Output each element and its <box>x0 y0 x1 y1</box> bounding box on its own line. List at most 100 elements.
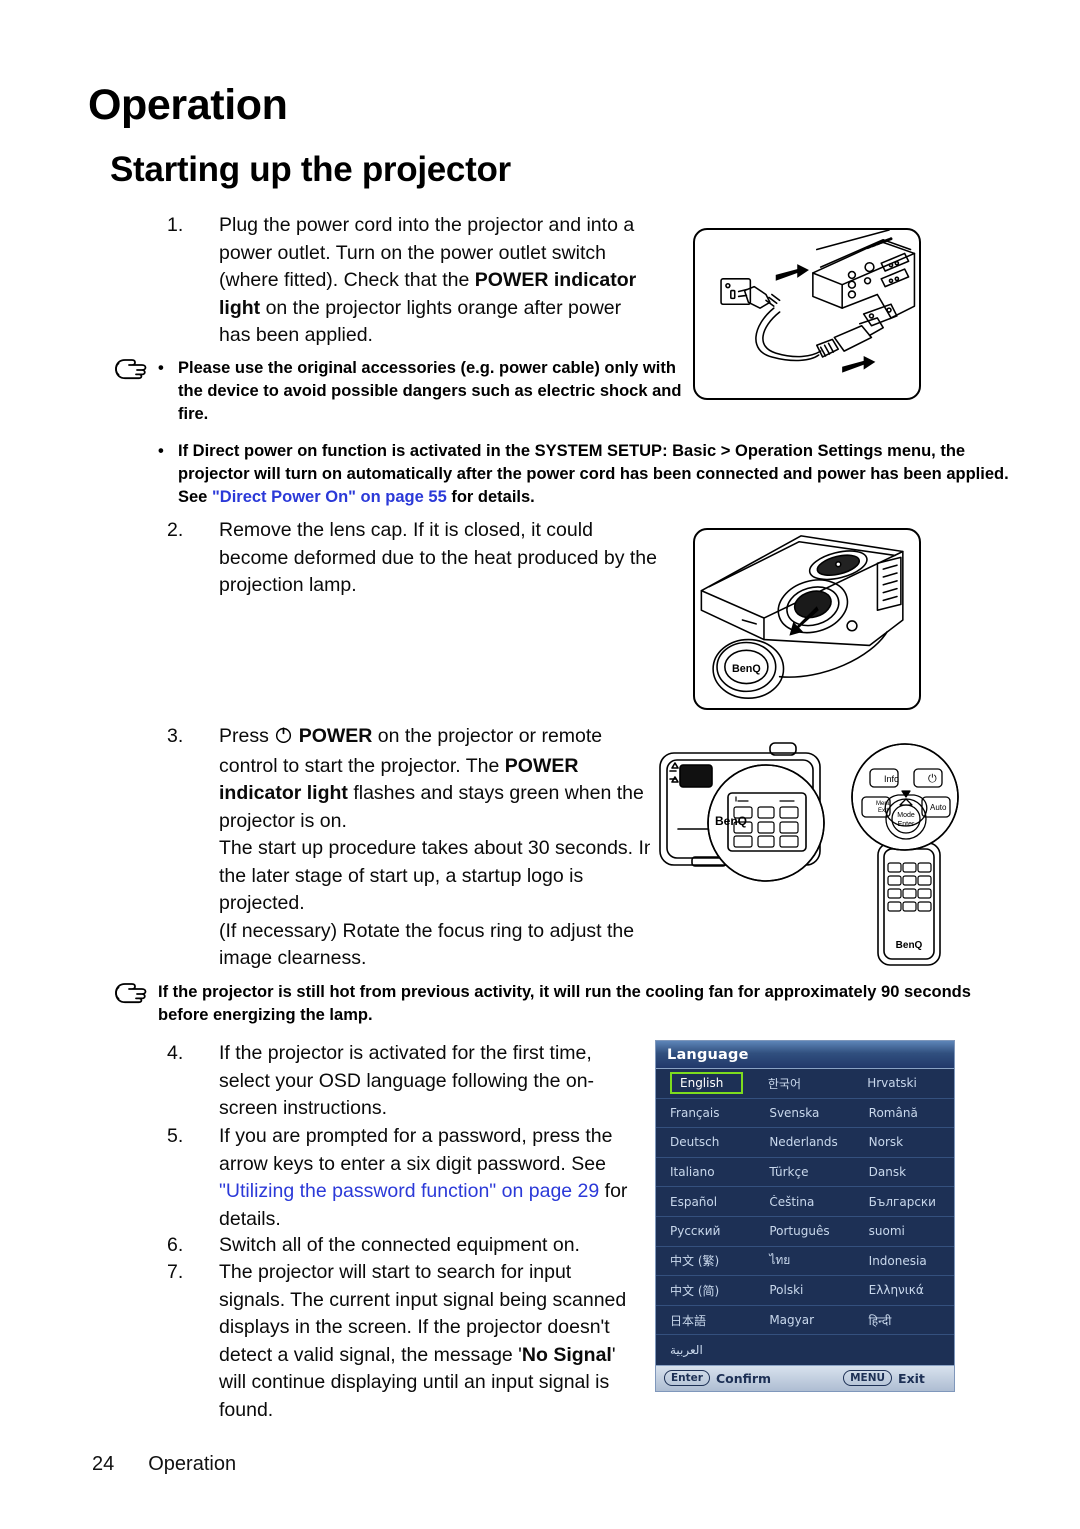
osd-language-row: 中文 (繁) ไทย Indonesia <box>656 1247 954 1277</box>
emphasis-text: No Signal <box>521 1343 612 1366</box>
osd-language-option[interactable]: Български <box>855 1195 954 1209</box>
document-page: Operation Starting up the projector 1. P… <box>0 0 1080 1529</box>
osd-language-option[interactable]: Polski <box>755 1283 854 1297</box>
osd-language-option[interactable]: العربية <box>656 1343 755 1357</box>
osd-language-option[interactable]: suomi <box>855 1224 954 1238</box>
step-text: Plug the power cord into the projector a… <box>219 212 657 350</box>
osd-language-option[interactable]: Indonesia <box>855 1254 954 1268</box>
osd-language-option[interactable]: Français <box>656 1106 755 1120</box>
osd-language-option[interactable]: Dansk <box>855 1165 954 1179</box>
menu-key-badge: MENU <box>843 1370 893 1387</box>
osd-language-option[interactable]: Svenska <box>755 1106 854 1120</box>
note-bullet: • <box>158 442 164 460</box>
osd-language-option[interactable]: हिन्दी <box>855 1312 954 1329</box>
text-run: If you are prompted for a password, pres… <box>219 1125 613 1175</box>
note-callout: • If Direct power on function is activat… <box>158 440 1028 509</box>
osd-language-option[interactable]: Italiano <box>656 1165 755 1179</box>
step-text: Remove the lens cap. If it is closed, it… <box>219 517 657 600</box>
text-run: The start up procedure takes about 30 se… <box>219 837 655 914</box>
osd-language-option[interactable]: 中文 (繁) <box>656 1252 755 1269</box>
step-text: Press POWER on the projector or remote c… <box>219 723 657 973</box>
confirm-label: Confirm <box>715 1370 772 1386</box>
pointing-hand-icon <box>112 982 158 1028</box>
projector-remote-control-figure: BenQ BenQ Info ⏻ Menu Exit Auto Mode Ent… <box>650 735 980 970</box>
text-run: Remove the lens cap. If it is closed, it… <box>219 519 657 596</box>
svg-text:Enter: Enter <box>898 821 915 828</box>
step-number: 6. <box>167 1234 184 1256</box>
osd-language-option[interactable]: Norsk <box>855 1135 954 1149</box>
osd-language-option[interactable]: English <box>660 1072 754 1095</box>
page-number: 24 <box>92 1453 115 1475</box>
list-item: 2. Remove the lens cap. If it is closed,… <box>167 517 657 600</box>
step-number: 1. <box>167 214 184 236</box>
svg-text:BenQ: BenQ <box>896 940 923 951</box>
step-text: If you are prompted for a password, pres… <box>219 1123 637 1233</box>
svg-text:Mode: Mode <box>897 812 915 819</box>
osd-language-option[interactable]: Nederlands <box>755 1135 854 1149</box>
osd-language-option[interactable]: Türkçe <box>755 1165 854 1179</box>
osd-language-option[interactable]: Ελληνικά <box>855 1283 954 1297</box>
text-run: Please use the original accessories (e.g… <box>178 359 682 423</box>
enter-key-badge: Enter <box>664 1370 710 1387</box>
text-run: (If necessary) Rotate the focus ring to … <box>219 919 635 970</box>
osd-language-row: Italiano Türkçe Dansk <box>656 1158 954 1188</box>
footer-chapter: Operation <box>148 1453 237 1475</box>
list-item: 6. Switch all of the connected equipment… <box>167 1232 637 1260</box>
osd-language-row: 日本語 Magyar हिन्दी <box>656 1306 954 1336</box>
step-number: 3. <box>167 725 184 747</box>
osd-title: Language <box>656 1041 954 1069</box>
step-text: The projector will start to search for i… <box>219 1259 637 1424</box>
note-callout: If the projector is still hot from previ… <box>112 981 1022 1027</box>
pointing-hand-icon <box>112 358 158 427</box>
osd-language-row: Русский Português suomi <box>656 1217 954 1247</box>
osd-language-option[interactable]: Čeština <box>755 1195 854 1209</box>
step-number: 7. <box>167 1261 184 1283</box>
exit-label: Exit <box>898 1370 925 1386</box>
osd-language-option[interactable]: 한국어 <box>754 1075 853 1092</box>
osd-language-option[interactable]: Magyar <box>755 1313 854 1327</box>
osd-language-option[interactable]: Hrvatski <box>853 1076 952 1090</box>
lens-cap-removal-figure: BenQ <box>693 528 921 710</box>
text-run: If the projector is activated for the fi… <box>219 1042 595 1119</box>
osd-language-option[interactable]: 日本語 <box>656 1312 755 1329</box>
osd-language-menu[interactable]: Language English 한국어 Hrvatski Français Svens… <box>655 1040 955 1392</box>
osd-language-option[interactable]: Română <box>855 1106 954 1120</box>
osd-language-row: Español Čeština Български <box>656 1187 954 1217</box>
osd-language-grid[interactable]: English 한국어 Hrvatski Français Svenska Română D… <box>656 1069 954 1365</box>
page-footer: 24 Operation <box>92 1453 236 1476</box>
text-run: for details. <box>446 488 535 506</box>
cross-reference-link[interactable]: "Utilizing the password function" on pag… <box>219 1180 599 1202</box>
step-text: If the projector is activated for the fi… <box>219 1040 637 1123</box>
step-number: 4. <box>167 1042 184 1064</box>
svg-text:BenQ: BenQ <box>715 814 747 828</box>
list-item: 1. Plug the power cord into the projecto… <box>167 212 657 350</box>
text-run: on the projector lights orange after pow… <box>219 296 622 347</box>
text-run: Press <box>219 725 275 747</box>
section-title: Starting up the projector <box>110 150 511 189</box>
osd-language-option[interactable]: ไทย <box>755 1251 854 1270</box>
osd-language-row: Français Svenska Română <box>656 1099 954 1129</box>
osd-language-option[interactable]: Deutsch <box>656 1135 755 1149</box>
osd-language-row: 中文 (简) Polski Ελληνικά <box>656 1276 954 1306</box>
emphasis-text: POWER <box>298 725 373 747</box>
note-text: If the projector is still hot from previ… <box>158 981 1022 1027</box>
osd-language-option[interactable]: Русский <box>656 1224 755 1238</box>
osd-exit-hint: MENU Exit <box>843 1370 925 1387</box>
osd-language-row: Deutsch Nederlands Norsk <box>656 1128 954 1158</box>
step-number: 2. <box>167 519 184 541</box>
osd-language-option[interactable]: Português <box>755 1224 854 1238</box>
list-item: 3. Press POWER on the projector or remot… <box>167 723 657 973</box>
page-title: Operation <box>88 81 288 129</box>
cross-reference-link[interactable]: "Direct Power On" on page 55 <box>212 488 447 506</box>
osd-confirm-hint: Enter Confirm <box>664 1370 772 1387</box>
note-text: Please use the original accessories (e.g… <box>178 357 682 426</box>
osd-language-row: English 한국어 Hrvatski <box>656 1069 954 1099</box>
list-item: 7. The projector will start to search fo… <box>167 1259 637 1424</box>
osd-language-option[interactable]: 中文 (简) <box>656 1282 755 1299</box>
svg-text:Auto: Auto <box>930 803 947 812</box>
svg-text:Menu: Menu <box>876 801 891 807</box>
note-bullet: • <box>158 359 164 377</box>
step-text: Switch all of the connected equipment on… <box>219 1232 637 1260</box>
osd-language-option[interactable]: Español <box>656 1195 755 1209</box>
list-item: 5. If you are prompted for a password, p… <box>167 1123 637 1233</box>
